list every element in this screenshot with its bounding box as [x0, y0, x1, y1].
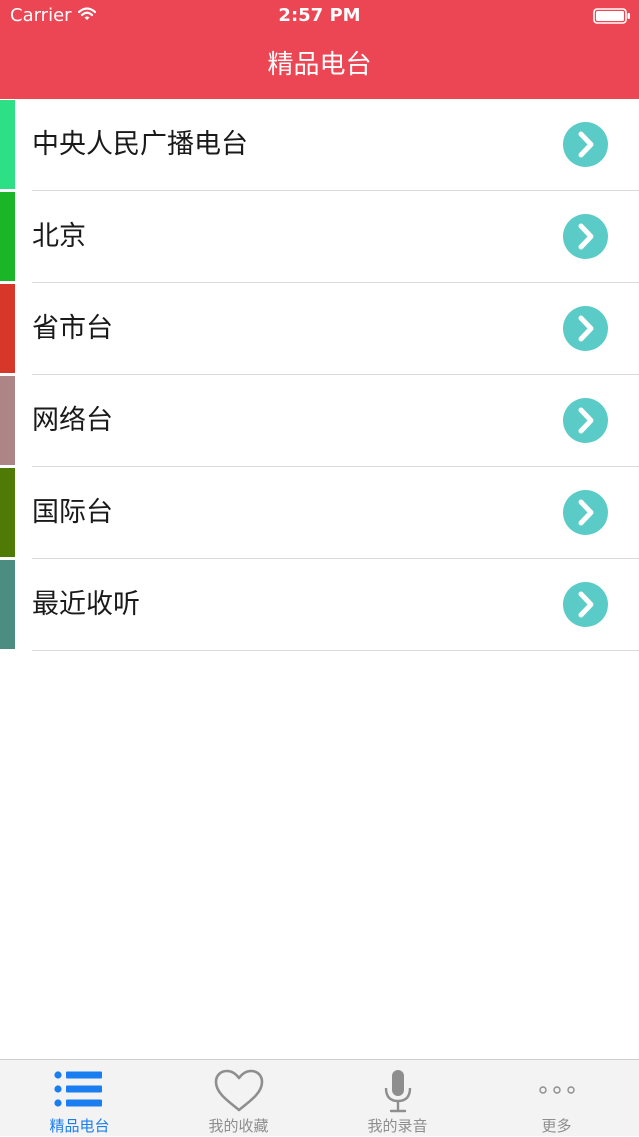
tab-more[interactable]: 更多 — [477, 1060, 636, 1137]
list-item-beijing[interactable]: 北京 — [0, 191, 639, 283]
list-item-label: 网络台 — [32, 405, 113, 436]
chevron-right-circle-icon[interactable] — [563, 490, 608, 535]
category-color-bar — [0, 192, 15, 281]
chevron-right-circle-icon[interactable] — [563, 306, 608, 351]
tab-label: 精品电台 — [49, 1117, 110, 1135]
navigation-header: Carrier 2:57 PM 精品电台 — [0, 0, 639, 99]
tab-featured-radio[interactable]: 精品电台 — [0, 1060, 159, 1137]
list-item-label: 最近收听 — [32, 589, 140, 620]
page-title: 精品电台 — [267, 50, 372, 80]
battery-icon — [593, 8, 630, 24]
list-item-recent[interactable]: 最近收听 — [0, 559, 639, 651]
tab-label: 更多 — [541, 1117, 572, 1135]
category-color-bar — [0, 284, 15, 373]
tab-my-favorites[interactable]: 我的收藏 — [159, 1060, 318, 1137]
tab-bar: 精品电台 我的收藏 我的录音 更多 — [0, 1059, 639, 1136]
list-item-international[interactable]: 国际台 — [0, 467, 639, 559]
microphone-icon — [384, 1070, 411, 1113]
chevron-right-circle-icon[interactable] — [563, 582, 608, 627]
row-separator — [32, 650, 639, 651]
list-icon — [53, 1071, 102, 1107]
chevron-right-circle-icon[interactable] — [563, 214, 608, 259]
category-color-bar — [0, 560, 15, 649]
list-item-label: 北京 — [32, 221, 86, 252]
list-item-label: 中央人民广播电台 — [32, 129, 248, 160]
clock-time: 2:57 PM — [278, 5, 361, 26]
tab-label: 我的录音 — [367, 1117, 428, 1135]
more-dots-icon — [538, 1086, 575, 1094]
category-color-bar — [0, 468, 15, 557]
tab-label: 我的收藏 — [208, 1117, 269, 1135]
tab-my-recordings[interactable]: 我的录音 — [318, 1060, 477, 1137]
list-item-label: 省市台 — [32, 313, 113, 344]
list-item-central-radio[interactable]: 中央人民广播电台 — [0, 99, 639, 191]
list-item-label: 国际台 — [32, 497, 113, 528]
chevron-right-circle-icon[interactable] — [563, 122, 608, 167]
chevron-right-circle-icon[interactable] — [563, 398, 608, 443]
category-color-bar — [0, 100, 15, 189]
list-item-provincial[interactable]: 省市台 — [0, 283, 639, 375]
station-category-list: 中央人民广播电台 北京 省市台 网络台 国际台 最近收听 — [0, 99, 639, 651]
category-color-bar — [0, 376, 15, 465]
list-item-internet[interactable]: 网络台 — [0, 375, 639, 467]
heart-icon — [214, 1069, 263, 1112]
status-bar: Carrier 2:57 PM — [0, 0, 639, 32]
